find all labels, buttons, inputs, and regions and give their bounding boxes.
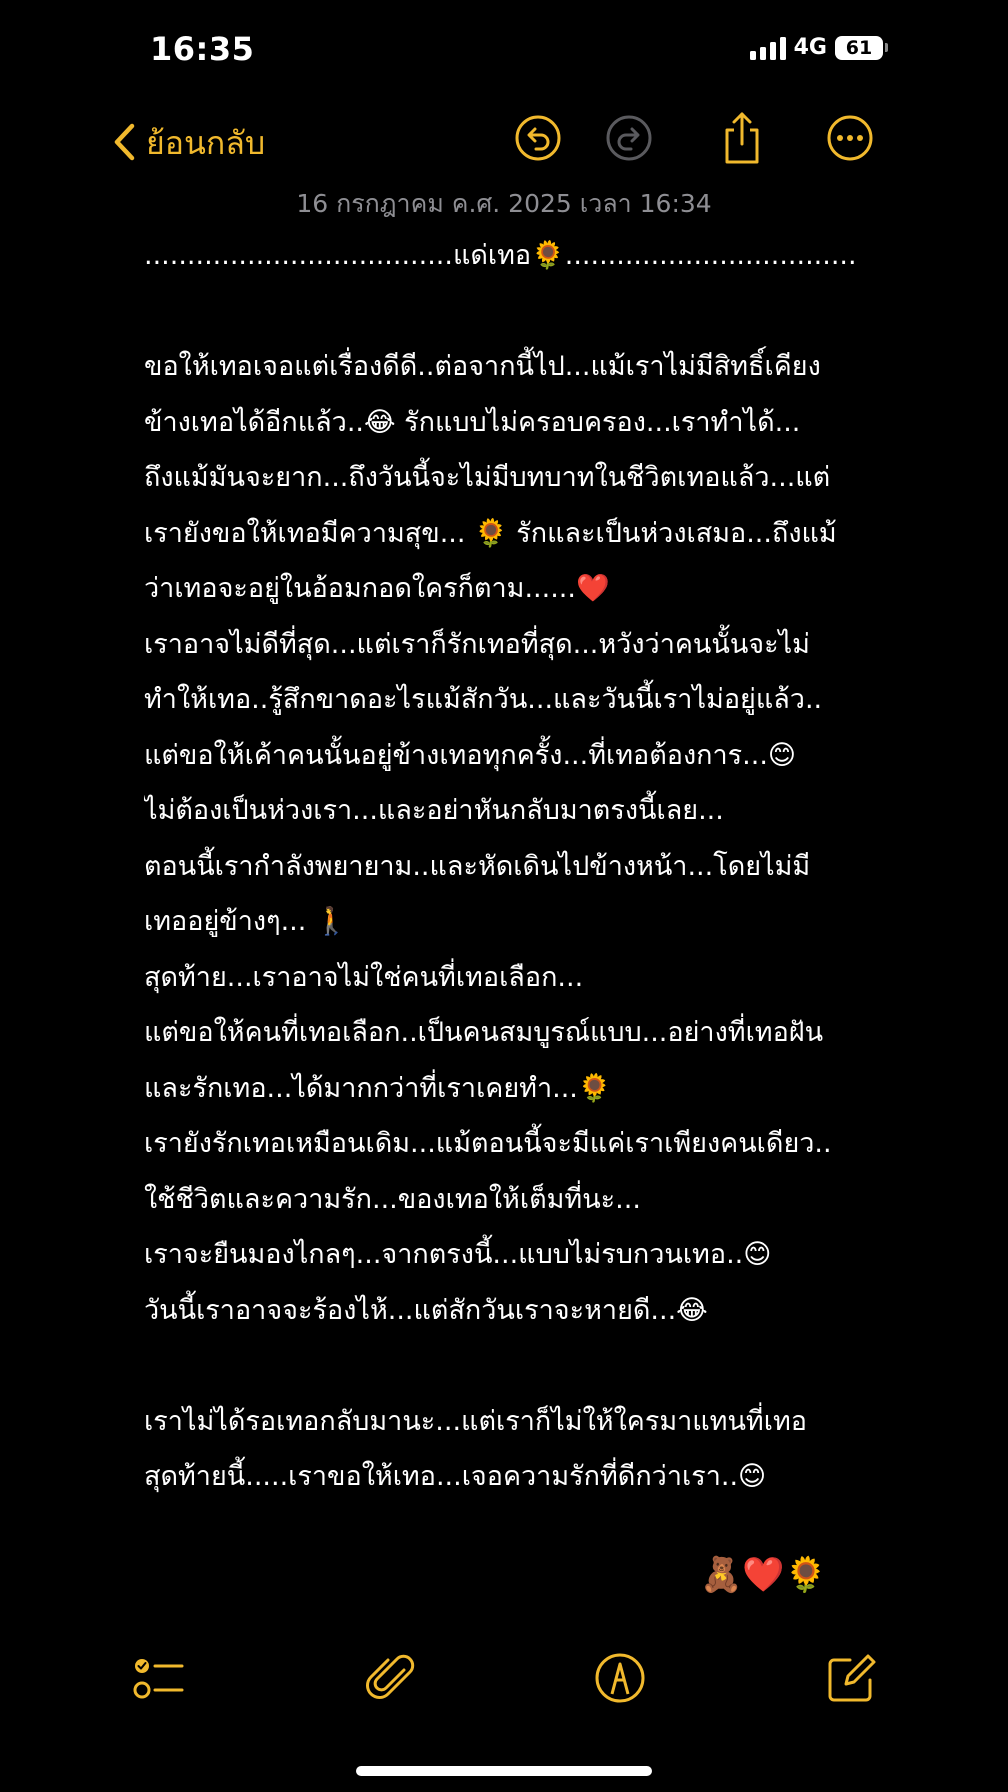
note-date: 16 กรกฎาคม ค.ศ. 2025 เวลา 16:34 bbox=[296, 189, 712, 218]
note-line: เทออยู่ข้างๆ... 🚶 bbox=[144, 906, 349, 937]
note-line: สุดท้าย...เราอาจไม่ใช่คนที่เทอเลือก... bbox=[144, 961, 584, 993]
note-line: วันนี้เราอาจจะร้องไห้...แต่สักวันเราจะหา… bbox=[144, 1294, 708, 1326]
note-line bbox=[144, 284, 874, 340]
note-line: เรายังรักเทอเหมือนเดิม...แม้ตอนนี้จะมีแค… bbox=[144, 1128, 832, 1159]
redo-icon bbox=[606, 115, 652, 161]
note-line: เรายังขอให้เทอมีความสุข... 🌻 รักและเป็นห… bbox=[144, 517, 837, 549]
note-line: แต่ขอให้เค้าคนนั้นอยู่ข้างเทอทุกครั้ง...… bbox=[144, 739, 797, 771]
note-line bbox=[144, 1338, 874, 1394]
battery-tip bbox=[885, 43, 888, 52]
checklist-button[interactable] bbox=[132, 1650, 188, 1706]
redo-button[interactable] bbox=[605, 114, 653, 162]
checklist-icon bbox=[133, 1659, 184, 1699]
compose-button[interactable] bbox=[824, 1650, 880, 1706]
battery-level: 61 bbox=[835, 35, 883, 60]
note-signoff: 🧸❤️🌻 bbox=[700, 1555, 828, 1595]
note-line: ข้างเทอได้อีกแล้ว..😂 รักแบบไม่ครอบครอง..… bbox=[144, 406, 801, 438]
note-line: สุดท้ายนี้.....เราขอให้เทอ...เจอความรักท… bbox=[144, 1461, 767, 1492]
cellular-signal-icon bbox=[749, 36, 786, 60]
share-icon bbox=[725, 112, 759, 164]
note-line: ขอให้เทอเจอแต่เรื่องดีดี..ต่อจากนี้ไป...… bbox=[144, 351, 821, 382]
markup-pen-icon bbox=[595, 1653, 645, 1703]
note-line: ตอนนี้เรากำลังพยายาม..และหัดเดินไปข้างหน… bbox=[144, 850, 811, 882]
markup-button[interactable] bbox=[592, 1650, 648, 1706]
note-line: ทำให้เทอ..รู้สึกขาดอะไรแม้สักวัน...และวั… bbox=[144, 684, 823, 715]
paperclip-icon bbox=[366, 1654, 415, 1699]
note-line: เราไม่ได้รอเทอกลับมานะ...แต่เราก็ไม่ให้ใ… bbox=[144, 1405, 807, 1437]
note-line: เราจะยืนมองไกลๆ...จากตรงนี้...แบบไม่รบกว… bbox=[144, 1239, 772, 1270]
note-line: เราอาจไม่ดีที่สุด...แต่เราก็รักเทอที่สุด… bbox=[144, 628, 810, 660]
note-line: ไม่ต้องเป็นห่วงเรา...และอย่าหันกลับมาตรง… bbox=[144, 795, 724, 826]
back-label: ย้อนกลับ bbox=[146, 124, 266, 162]
note-line: ถึงแม้มันจะยาก...ถึงวันนี้จะไม่มีบทบาทใน… bbox=[144, 462, 831, 493]
note-line: ใช้ชีวิตและความรัก...ของเทอให้เต็มที่นะ.… bbox=[144, 1183, 641, 1215]
status-bar: 16:35 4G 61 bbox=[0, 0, 1008, 100]
compose-icon bbox=[828, 1654, 876, 1702]
note-toolbar: ย้อนกลับ bbox=[0, 100, 1008, 184]
network-type: 4G bbox=[793, 35, 827, 60]
note-line: ว่าเทอจะอยู่ในอ้อมกอดใครก็ตาม......❤️ bbox=[144, 573, 610, 604]
back-button[interactable]: ย้อนกลับ bbox=[112, 118, 265, 169]
more-icon bbox=[827, 115, 873, 161]
bottom-toolbar bbox=[0, 1650, 1008, 1710]
more-button[interactable] bbox=[826, 114, 874, 162]
status-indicators: 4G 61 bbox=[749, 35, 888, 60]
share-button[interactable] bbox=[718, 110, 766, 166]
undo-button[interactable] bbox=[514, 114, 562, 162]
note-body[interactable]: ....................................แด่เ… bbox=[144, 228, 874, 1505]
attachment-button[interactable] bbox=[364, 1650, 420, 1706]
note-line: ....................................แด่เ… bbox=[144, 240, 857, 271]
chevron-left-icon bbox=[112, 122, 136, 166]
undo-icon bbox=[515, 115, 561, 161]
home-indicator[interactable] bbox=[356, 1766, 652, 1776]
note-line: และรักเทอ...ได้มากกว่าที่เราเคยทำ...🌻 bbox=[144, 1072, 612, 1104]
note-line: แต่ขอให้คนที่เทอเลือก..เป็นคนสมบูรณ์แบบ.… bbox=[144, 1017, 824, 1048]
status-time: 16:35 bbox=[150, 30, 255, 68]
battery-icon: 61 bbox=[835, 35, 888, 60]
